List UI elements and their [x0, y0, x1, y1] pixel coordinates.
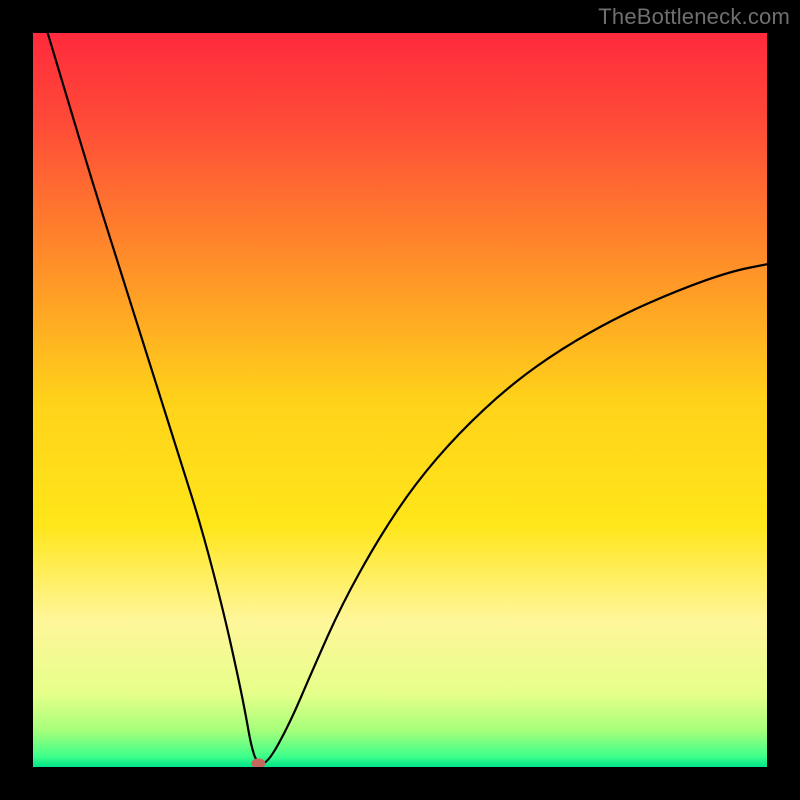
- chart-frame: TheBottleneck.com: [0, 0, 800, 800]
- watermark-text: TheBottleneck.com: [598, 4, 790, 30]
- plot-area: [33, 33, 767, 767]
- chart-svg: [33, 33, 767, 767]
- gradient-background: [33, 33, 767, 767]
